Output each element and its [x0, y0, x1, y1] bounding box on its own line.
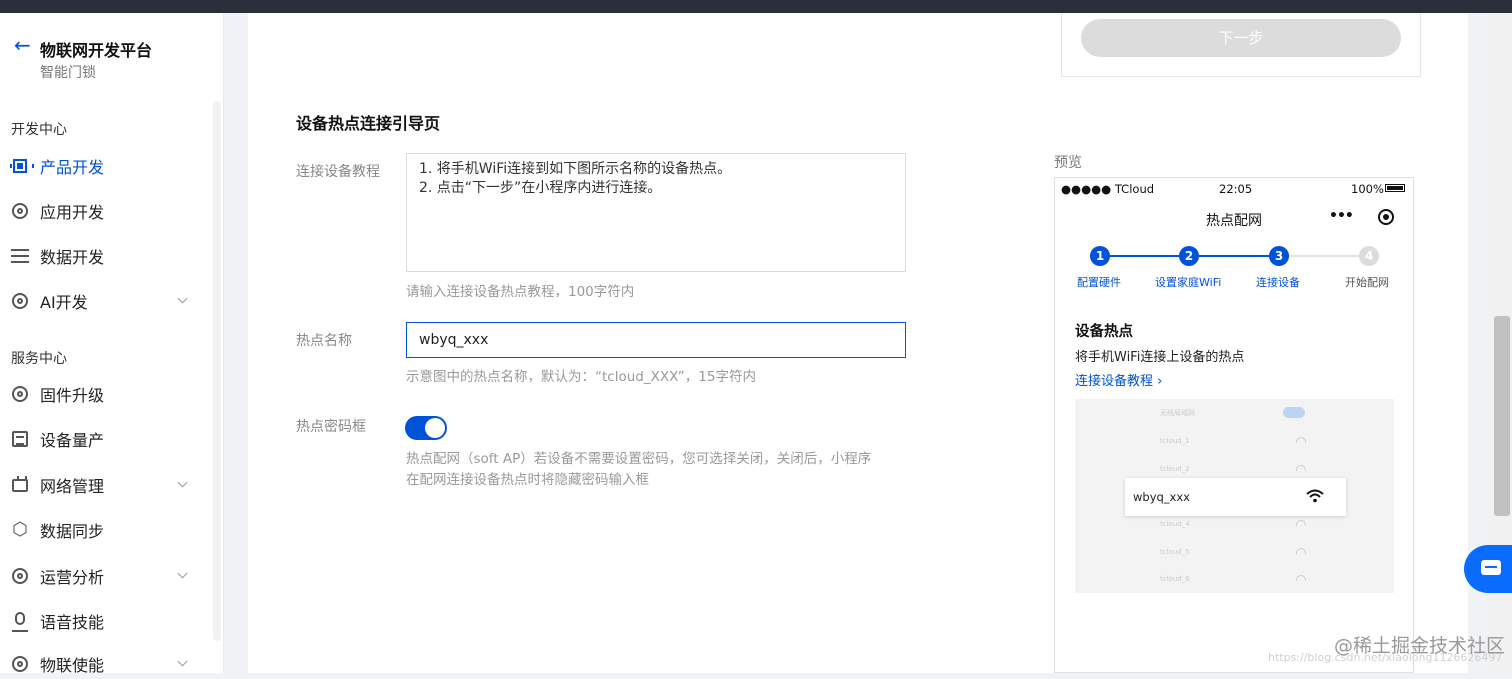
sidebar-item-network[interactable]: 网络管理 [10, 470, 190, 500]
preview-description: 将手机WiFi连接上设备的热点 [1075, 350, 1245, 365]
app-subtitle: 智能门锁 [40, 65, 96, 81]
toggle-knob [425, 418, 445, 438]
voice-icon [10, 611, 30, 632]
selected-wifi-card: wbyq_xxx [1125, 478, 1346, 516]
chip-icon [10, 156, 34, 176]
sidebar-item-label: 物联使能 [40, 656, 105, 675]
wifi-icon [1296, 548, 1306, 554]
sidebar-item-label: 设备量产 [40, 431, 105, 450]
sidebar-item-label: 产品开发 [40, 158, 105, 177]
sidebar-item-sync[interactable]: ⬡ 数据同步 [10, 515, 190, 545]
hotspot-name-hint: 示意图中的热点名称，默认为：“tcloud_XXX”，15字符内 [406, 369, 756, 385]
tutorial-hint: 请输入连接设备热点教程，100字符内 [406, 284, 635, 300]
step-1-dot: 1 [1090, 246, 1110, 266]
wifi-ghost-toggle [1283, 407, 1305, 418]
wifi-ghost-network: tcloud_4 [1160, 520, 1190, 528]
brand-watermark: @稀土掘金技术社区 [1334, 635, 1506, 657]
firmware-icon [10, 384, 30, 404]
chevron-down-icon [177, 477, 188, 488]
wifi-ghost-network: tcloud_6 [1160, 575, 1190, 583]
wifi-ghost-network: tcloud_5 [1160, 548, 1190, 556]
selected-wifi-name: wbyq_xxx [1133, 490, 1190, 504]
sidebar-item-label: 数据开发 [40, 248, 105, 267]
chevron-down-icon [177, 656, 188, 667]
chat-bubble-icon [1481, 560, 1501, 575]
ai-icon [10, 291, 30, 311]
app-ring-icon [10, 201, 30, 221]
hotspot-name-input[interactable] [406, 322, 906, 358]
step-4-label: 开始配网 [1345, 276, 1389, 289]
tutorial-label: 连接设备教程 [296, 164, 380, 180]
status-battery-text: 100% [1351, 182, 1384, 196]
status-time: 22:05 [1219, 182, 1253, 196]
next-step-button[interactable]: 下一步 [1081, 19, 1401, 57]
data-flow-icon [10, 246, 30, 266]
wifi-icon [1296, 520, 1306, 526]
wifi-icon [1296, 575, 1306, 581]
sidebar-item-ai-dev[interactable]: AI开发 [10, 286, 190, 316]
page-scrollbar-thumb[interactable] [1494, 316, 1510, 516]
wifi-ghost-network: tcloud_1 [1160, 437, 1190, 445]
password-hint-line-1: 热点配网（soft AP）若设备不需要设置密码，您可选择关闭，关闭后，小程序 [406, 451, 872, 467]
password-hint-line-2: 在配网连接设备热点时将隐藏密码输入框 [406, 472, 649, 488]
close-target-icon [1378, 209, 1394, 225]
section-title: 设备热点连接引导页 [296, 114, 441, 133]
analytics-icon [10, 566, 30, 586]
wifi-icon [1296, 437, 1306, 443]
sidebar-item-label: 固件升级 [40, 386, 105, 405]
status-carrier: ●●●●● TCloud [1061, 182, 1155, 196]
sidebar-item-product-dev[interactable]: 产品开发 [10, 151, 190, 181]
chevron-down-icon [177, 293, 188, 304]
step-3-dot: 3 [1269, 246, 1289, 266]
sidebar-item-data-dev[interactable]: 数据开发 [10, 241, 190, 271]
sidebar-item-label: AI开发 [40, 293, 88, 312]
step-2-label: 设置家庭WiFi [1155, 276, 1222, 289]
sidebar-item-app-dev[interactable]: 应用开发 [10, 196, 190, 226]
wifi-ghost-header: 无线局域网 [1160, 409, 1195, 417]
step-remaining-line [1280, 255, 1370, 257]
sidebar-item-firmware[interactable]: 固件升级 [10, 379, 190, 409]
sidebar-item-analytics[interactable]: 运营分析 [10, 561, 190, 591]
wifi-icon [1296, 465, 1306, 471]
preview-page-title: 热点配网 [1206, 213, 1262, 229]
arrow-left-icon[interactable]: ← [14, 35, 31, 55]
step-2-dot: 2 [1179, 246, 1199, 266]
password-box-toggle[interactable] [405, 416, 447, 440]
wifi-ghost-network: tcloud_2 [1160, 465, 1190, 473]
preview-heading: 设备热点 [1075, 324, 1133, 340]
chevron-down-icon [177, 568, 188, 579]
iot-enable-icon [10, 654, 30, 674]
sidebar-item-production[interactable]: 设备量产 [10, 424, 190, 454]
sidebar-item-label: 数据同步 [40, 522, 105, 541]
sidebar-item-voice[interactable]: 语音技能 [10, 606, 190, 636]
chat-support-button[interactable] [1464, 545, 1512, 593]
sync-icon: ⬡ [12, 519, 28, 540]
sidebar-item-label: 语音技能 [40, 613, 105, 632]
phone-preview: ●●●●● TCloud 22:05 100% 热点配网 ••• 1 2 3 4… [1054, 177, 1414, 673]
sidebar-item-label: 运营分析 [40, 568, 105, 587]
network-icon [10, 475, 30, 495]
production-icon [10, 429, 30, 449]
browser-top-bar [0, 0, 1512, 13]
step-3-label: 连接设备 [1256, 276, 1300, 289]
group-title-dev-center: 开发中心 [11, 122, 67, 138]
step-1-label: 配置硬件 [1077, 276, 1121, 289]
password-box-label: 热点密码框 [296, 419, 366, 435]
more-dots-icon: ••• [1329, 208, 1354, 224]
step-4-dot: 4 [1359, 246, 1379, 266]
app-title: 物联网开发平台 [40, 41, 153, 60]
wifi-signal-icon [1306, 489, 1324, 503]
sidebar-item-iot-enable[interactable]: 物联使能 [10, 649, 190, 679]
battery-icon [1385, 184, 1405, 192]
hotspot-name-label: 热点名称 [296, 333, 352, 349]
tutorial-textarea[interactable]: 1. 将手机WiFi连接到如下图所示名称的设备热点。 2. 点击“下一步”在小程… [406, 153, 906, 272]
preview-label: 预览 [1054, 155, 1082, 171]
tutorial-link[interactable]: 连接设备教程 › [1075, 370, 1162, 389]
sidebar-scrollbar[interactable] [213, 101, 221, 641]
sidebar-item-label: 网络管理 [40, 477, 105, 496]
group-title-service-center: 服务中心 [11, 351, 67, 367]
sidebar-item-label: 应用开发 [40, 203, 105, 222]
sidebar: ← 物联网开发平台 智能门锁 开发中心 产品开发 应用开发 数据开发 AI开发 … [0, 13, 224, 675]
